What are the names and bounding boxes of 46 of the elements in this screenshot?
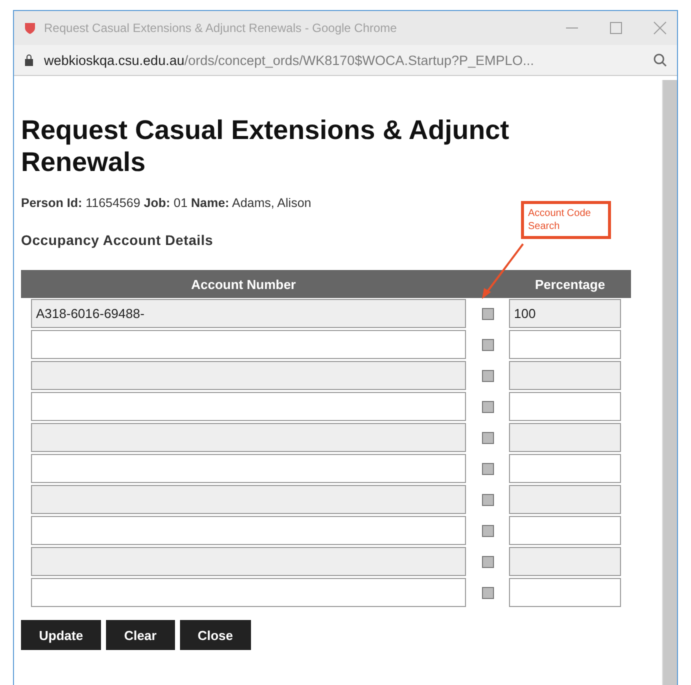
action-button[interactable]: Clear [106,620,175,650]
lookup-icon[interactable] [482,338,494,350]
percentage-field[interactable] [509,485,621,514]
shield-icon [24,22,36,34]
lock-icon [24,54,34,66]
lookup-icon[interactable] [482,494,494,506]
percentage-field[interactable] [509,547,621,576]
account-field[interactable]: A318-6016-69488- [31,299,466,328]
percentage-field[interactable] [509,516,621,545]
percentage-field[interactable] [509,578,621,607]
percentage-field[interactable]: 100 [509,299,621,328]
percentage-field[interactable] [509,423,621,452]
column-header: Percentage [509,270,631,298]
section-heading: Occupancy Account Details [21,232,214,248]
action-button[interactable]: Update [21,620,102,650]
close-icon[interactable] [653,21,667,35]
window-title: Request Casual Extensions & Adjunct Renewals - Google Chrome [44,21,398,35]
account-field[interactable] [31,578,466,607]
percentage-field[interactable] [509,330,621,359]
lookup-icon[interactable] [482,556,494,568]
account-field[interactable] [31,361,466,390]
lookup-icon[interactable] [482,400,494,412]
account-field[interactable] [31,392,466,421]
lookup-icon[interactable] [482,432,494,444]
page-title: Request Casual Extensions & Adjunct Renewals [21,114,510,178]
maximize-icon[interactable] [609,21,623,35]
account-field[interactable] [31,454,466,483]
annotation-callout: Account Code Search [521,201,611,239]
account-field[interactable] [31,423,466,452]
lookup-icon[interactable] [482,586,494,598]
account-field[interactable] [31,516,466,545]
action-button[interactable]: Close [180,620,251,650]
percentage-field[interactable] [509,454,621,483]
account-field[interactable] [31,485,466,514]
lookup-icon[interactable] [482,370,494,382]
account-field[interactable] [31,547,466,576]
zoom-icon[interactable] [653,53,667,67]
lookup-icon[interactable] [482,462,494,474]
account-field[interactable] [31,330,466,359]
percentage-field[interactable] [509,392,621,421]
lookup-icon[interactable] [482,524,494,536]
scrollbar[interactable] [662,80,677,685]
column-header: Account Number [21,270,466,298]
percentage-field[interactable] [509,361,621,390]
person-details: Person Id: 11654569 Job: 01 Name: Adams, Alison [21,196,312,210]
lookup-icon[interactable] [482,308,494,320]
